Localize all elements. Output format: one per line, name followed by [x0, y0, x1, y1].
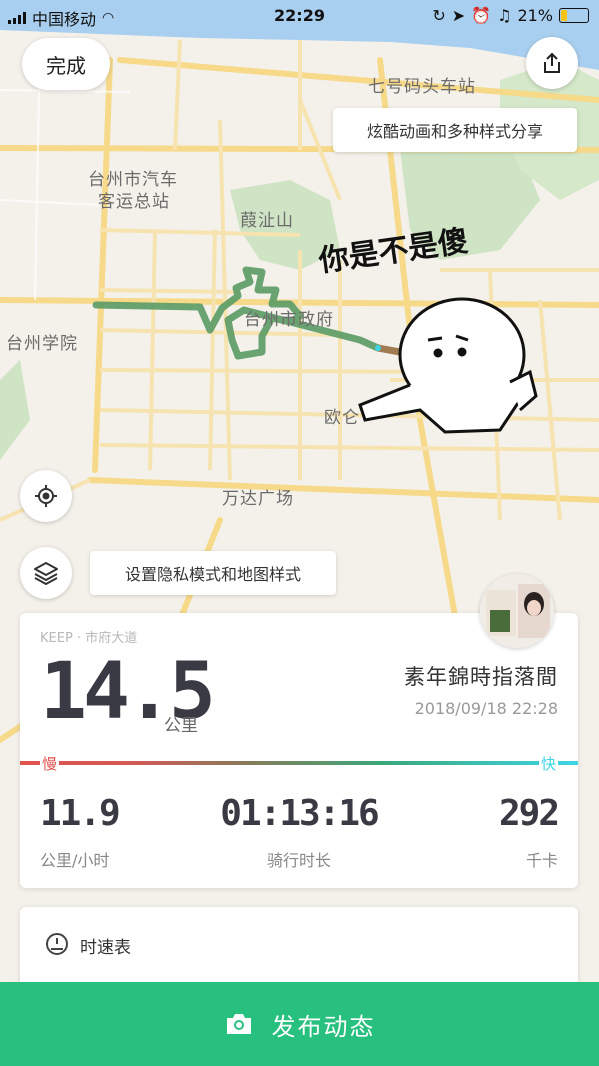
map-label-pier: 七号码头车站 [368, 77, 476, 97]
lock-rotation-icon: ↻ [432, 6, 446, 25]
alarm-icon: ⏰ [471, 6, 492, 25]
done-button[interactable]: 完成 [22, 38, 110, 90]
distance-unit: 公里 [164, 716, 198, 736]
publish-label: 发布动态 [271, 1012, 376, 1041]
battery-percent: 21% [517, 6, 553, 25]
headphones-icon: ♫ [497, 6, 512, 25]
map-label-mountain: 葭沚山 [240, 211, 294, 231]
duration-value: 01:13:16 [220, 793, 379, 834]
map-label-wanda: 万达广场 [222, 489, 294, 509]
done-button-label: 完成 [46, 53, 86, 78]
speedometer-icon [46, 933, 68, 955]
map-label-gov: 台州市政府 [244, 310, 334, 330]
status-bar: 中国移动 ◠ 22:29 ↻ ➤ ⏰ ♫ 21% [0, 0, 599, 32]
map-label-college: 台州学院 [6, 334, 78, 354]
speed-gradient-bar [20, 761, 578, 765]
calories-label: 千卡 [525, 851, 558, 870]
share-tip: 炫酷动画和多种样式分享 [333, 108, 577, 152]
avatar-photo-icon [480, 574, 554, 648]
calories-value: 292 [498, 793, 560, 834]
camera-icon [226, 1014, 251, 1034]
avatar[interactable] [480, 574, 554, 648]
share-tip-label: 炫酷动画和多种样式分享 [366, 122, 543, 141]
fast-label: 快 [538, 753, 558, 774]
privacy-tip-label: 设置隐私模式和地图样式 [124, 565, 301, 584]
workout-datetime: 2018/09/18 22:28 [414, 699, 558, 718]
privacy-tip: 设置隐私模式和地图样式 [90, 551, 336, 595]
duration-label: 骑行时长 [266, 851, 331, 870]
source-label: KEEP · 市府大道 [40, 631, 138, 646]
slow-label: 慢 [40, 753, 60, 774]
battery-icon [559, 8, 589, 23]
layers-icon [34, 562, 58, 585]
locate-icon [35, 485, 57, 507]
map-label-bus-station-2: 客运总站 [98, 192, 170, 212]
share-icon [544, 52, 560, 73]
share-button[interactable] [526, 37, 578, 89]
publish-button[interactable]: 发布动态 [0, 982, 599, 1066]
location-icon: ➤ [451, 6, 466, 25]
username: 素年錦時指落間 [404, 665, 558, 689]
summary-card: KEEP · 市府大道 14.5 公里 素年錦時指落間 2018/09/18 2… [20, 613, 578, 888]
speedometer-title: 时速表 [80, 938, 131, 958]
map-label-ou: 欧仑 [324, 408, 360, 428]
layers-button[interactable] [20, 547, 72, 599]
locate-button[interactable] [20, 470, 72, 522]
